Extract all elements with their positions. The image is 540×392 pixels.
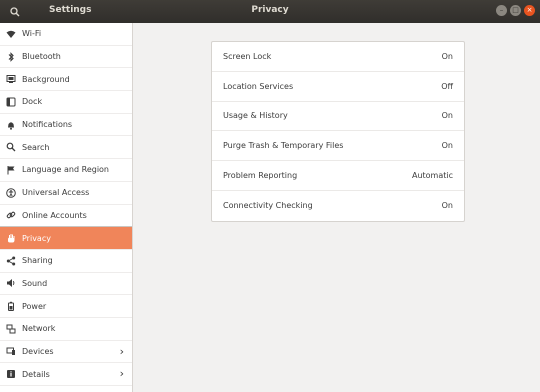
privacy-row-connectivity-checking[interactable]: Connectivity Checking On <box>212 191 464 221</box>
battery-icon <box>6 301 16 312</box>
row-value: Off <box>441 81 453 91</box>
sidebar-item-notifications[interactable]: Notifications <box>0 114 132 137</box>
row-value: On <box>441 201 453 211</box>
sidebar-item-devices[interactable]: Devices › <box>0 341 132 364</box>
app-title: Settings <box>49 5 92 15</box>
row-label: Problem Reporting <box>223 171 298 181</box>
sidebar-item-label: Language and Region <box>22 165 110 175</box>
sidebar-item-label: Sharing <box>22 256 53 266</box>
privacy-row-screen-lock[interactable]: Screen Lock On <box>212 42 464 72</box>
sidebar-item-power[interactable]: Power <box>0 295 132 318</box>
sidebar-item-label: Privacy <box>22 233 51 243</box>
devices-icon <box>6 346 16 356</box>
privacy-row-problem-reporting[interactable]: Problem Reporting Automatic <box>212 161 464 191</box>
close-icon: × <box>526 6 533 14</box>
row-value: Automatic <box>411 171 453 181</box>
title-bar: Settings Privacy – □ × <box>0 0 540 23</box>
chevron-right-icon: › <box>119 344 124 358</box>
minimize-icon: – <box>499 6 504 14</box>
sidebar-item-label: Dock <box>22 97 43 107</box>
info-icon <box>6 369 16 379</box>
sidebar-item-sharing[interactable]: Sharing <box>0 250 132 273</box>
sidebar-item-label: Notifications <box>22 120 73 130</box>
row-value: On <box>441 141 453 151</box>
sidebar-item-label: Search <box>22 142 50 152</box>
sidebar-item-label: Network <box>22 324 56 334</box>
row-label: Purge Trash & Temporary Files <box>223 141 344 151</box>
background-icon <box>6 74 16 84</box>
search-icon <box>6 142 16 152</box>
sidebar-item-label: Power <box>22 301 47 311</box>
privacy-row-purge-trash[interactable]: Purge Trash & Temporary Files On <box>212 131 464 162</box>
row-label: Location Services <box>223 81 294 91</box>
sidebar-item-wifi[interactable]: Wi-Fi <box>0 23 132 46</box>
sidebar-item-label: Online Accounts <box>22 210 87 220</box>
sidebar-item-label: Details <box>22 369 50 379</box>
sidebar-item-universal-access[interactable]: Universal Access <box>0 182 132 205</box>
maximize-button[interactable]: □ <box>510 5 521 16</box>
row-label: Connectivity Checking <box>223 201 313 211</box>
sidebar-item-label: Background <box>22 74 70 84</box>
close-button[interactable]: × <box>524 5 535 16</box>
row-label: Screen Lock <box>223 51 272 61</box>
sidebar-item-label: Sound <box>22 278 48 288</box>
network-icon <box>6 324 16 334</box>
sidebar-item-background[interactable]: Background <box>0 68 132 92</box>
sidebar: Wi-Fi Bluetooth Background Dock Notifica… <box>0 23 133 392</box>
bluetooth-icon <box>6 51 16 62</box>
chevron-right-icon: › <box>119 367 124 381</box>
sidebar-item-language-and-region[interactable]: Language and Region <box>0 159 132 182</box>
link-icon <box>6 210 16 220</box>
sidebar-item-sound[interactable]: Sound <box>0 273 132 296</box>
main-content: Screen Lock On Location Services Off Usa… <box>133 23 540 392</box>
accessibility-icon <box>6 187 16 198</box>
sidebar-item-dock[interactable]: Dock <box>0 91 132 114</box>
dock-icon <box>6 97 16 107</box>
privacy-row-usage-history[interactable]: Usage & History On <box>212 102 464 132</box>
sidebar-item-label: Universal Access <box>22 188 90 198</box>
bell-icon <box>6 120 16 130</box>
sidebar-item-search[interactable]: Search <box>0 136 132 160</box>
hand-icon <box>6 233 16 243</box>
flag-icon <box>6 165 16 175</box>
sidebar-item-bluetooth[interactable]: Bluetooth <box>0 46 132 69</box>
sidebar-item-details[interactable]: Details › <box>0 363 132 386</box>
maximize-icon: □ <box>512 6 519 14</box>
minimize-button[interactable]: – <box>496 5 507 16</box>
privacy-row-location-services[interactable]: Location Services Off <box>212 72 464 102</box>
sidebar-item-online-accounts[interactable]: Online Accounts <box>0 205 132 228</box>
sidebar-item-label: Bluetooth <box>22 52 61 62</box>
row-label: Usage & History <box>223 111 288 121</box>
speaker-icon <box>6 278 16 288</box>
search-icon <box>9 6 19 16</box>
sidebar-item-network[interactable]: Network <box>0 318 132 341</box>
wifi-icon <box>6 29 16 39</box>
privacy-settings-list: Screen Lock On Location Services Off Usa… <box>211 41 465 222</box>
sidebar-item-label: Wi-Fi <box>22 29 42 39</box>
row-value: On <box>441 51 453 61</box>
window-controls: – □ × <box>496 5 535 16</box>
sidebar-item-privacy[interactable]: Privacy <box>0 227 132 250</box>
row-value: On <box>441 111 453 121</box>
search-button[interactable] <box>6 3 23 20</box>
settings-window: Settings Privacy – □ × Wi-Fi Bluetooth B… <box>0 0 540 392</box>
sidebar-item-label: Devices <box>22 346 54 356</box>
share-icon <box>6 256 16 266</box>
